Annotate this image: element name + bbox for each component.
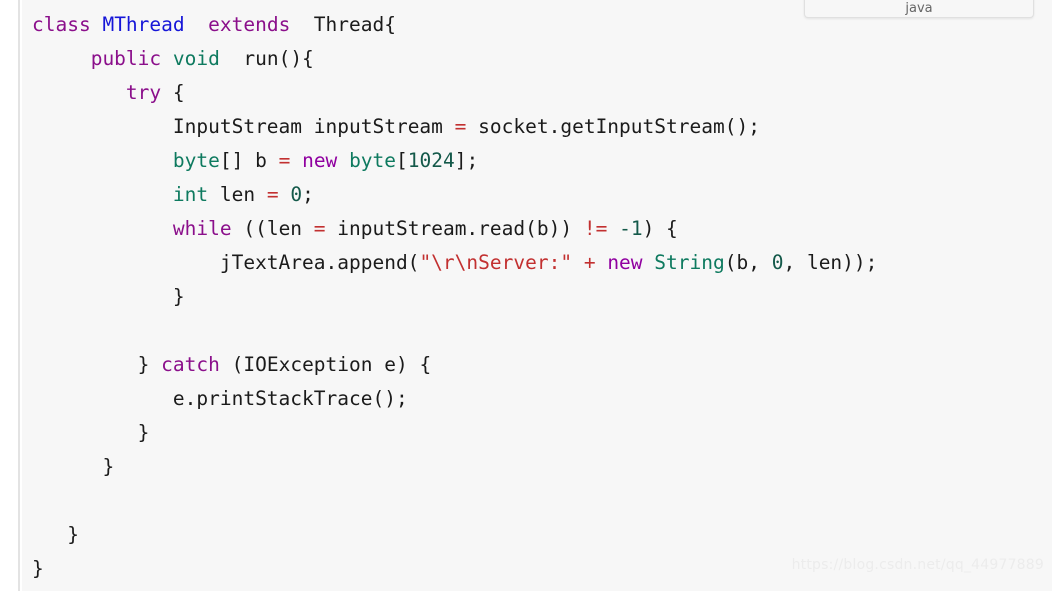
code-line: byte[] b = new byte[1024]; [172,149,479,172]
code-snippet-screenshot: java class MThread extends Thread{ publi… [0,0,1052,591]
code-line: InputStream inputStream = socket.getInpu… [172,115,760,138]
code-line: } [172,285,185,308]
left-gutter [0,0,20,591]
code-line: } catch (IOException e) { [137,353,432,376]
code-line: while ((len = inputStream.read(b)) != -1… [172,217,678,240]
csdn-watermark: https://blog.csdn.net/qq_44977889 [791,557,1044,573]
code-line: public void run(){ [90,47,314,70]
code-line: int len = 0; [172,183,314,206]
code-line: try { [125,81,185,104]
code-panel: java class MThread extends Thread{ publi… [22,0,1052,591]
code-line: } [137,421,150,444]
code-line: } [102,455,115,478]
code-line: jTextArea.append("\r\nServer:" + new Str… [219,251,878,274]
code-line: } [67,523,79,546]
code-line: e.printStackTrace(); [172,387,408,410]
code-block[interactable]: class MThread extends Thread{ public voi… [22,0,1052,586]
language-badge: java [804,0,1034,18]
language-badge-label: java [905,1,933,16]
